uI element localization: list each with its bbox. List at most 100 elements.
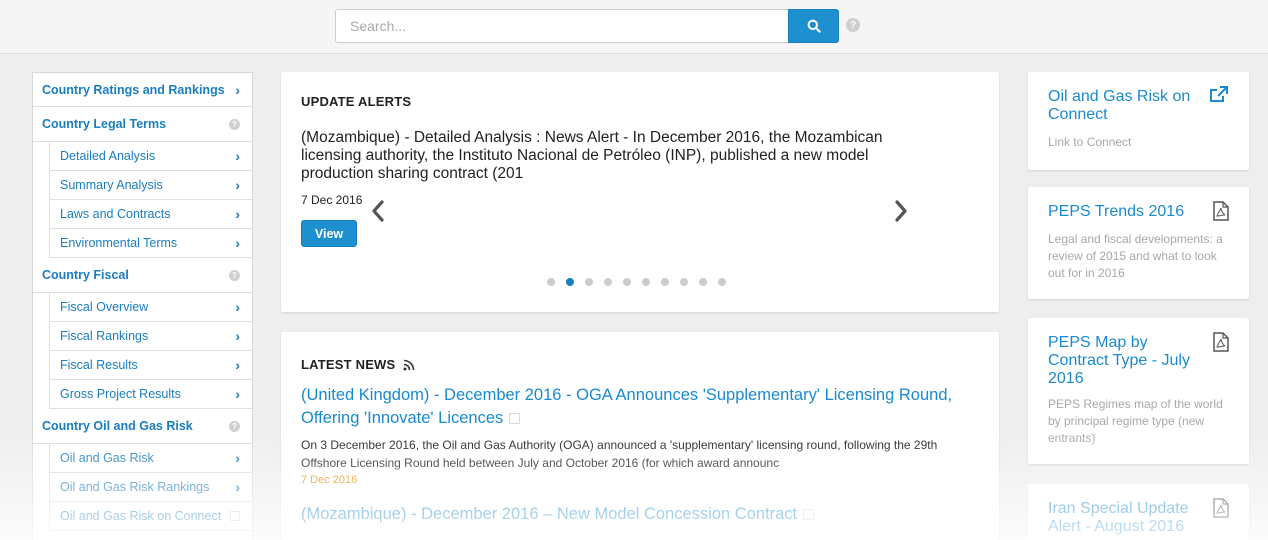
news-item: (Mozambique) - December 2016 – New Model…	[301, 503, 971, 526]
sidebar-item-label: Fiscal Results	[60, 358, 138, 372]
chevron-right-icon: ›	[235, 81, 240, 98]
view-button[interactable]: View	[301, 220, 357, 247]
resource-card-iran-update[interactable]: Iran Special Update Alert - August 2016	[1028, 484, 1249, 540]
help-icon[interactable]: ?	[229, 420, 240, 432]
sidebar-item-label: Oil and Gas Risk	[60, 451, 154, 465]
sidebar-item-laws-and-contracts[interactable]: Laws and Contracts ›	[49, 200, 252, 229]
resource-card-desc: PEPS Regimes map of the world by princip…	[1048, 397, 1223, 445]
pdf-icon[interactable]	[1213, 498, 1229, 518]
latest-news-card: LATEST NEWS (United Kingdom) - December …	[281, 332, 999, 540]
carousel-prev-button[interactable]	[371, 200, 385, 226]
sidebar-item-label: Gross Project Results	[60, 387, 181, 401]
update-alerts-title: UPDATE ALERTS	[301, 94, 412, 109]
sidebar-item-country-oil-and-gas-risk[interactable]: Country Oil and Gas Risk ?	[33, 409, 252, 444]
sidebar-item-label: Fiscal Rankings	[60, 329, 149, 343]
sidebar-item-summary-analysis[interactable]: Summary Analysis ›	[49, 171, 252, 200]
pdf-icon[interactable]	[1213, 332, 1229, 352]
sidebar-item-oil-and-gas-risk-on-connect[interactable]: Oil and Gas Risk on Connect	[49, 502, 252, 531]
rss-icon[interactable]	[403, 359, 415, 371]
sidebar-item-label: Oil and Gas Risk Rankings	[60, 480, 210, 494]
resource-card-title[interactable]: PEPS Map by Contract Type - July 2016	[1048, 334, 1208, 388]
sidebar-nav: Country Ratings and Rankings › Country L…	[32, 72, 253, 540]
top-bar: ?	[0, 0, 1268, 54]
carousel-next-button[interactable]	[894, 200, 908, 226]
sidebar-item-country-legal-terms[interactable]: Country Legal Terms ?	[33, 107, 252, 142]
resource-card-peps-trends[interactable]: PEPS Trends 2016 Legal and fiscal develo…	[1028, 187, 1249, 299]
help-icon[interactable]: ?	[229, 269, 240, 281]
news-headline-text: (Mozambique) - December 2016 – New Model…	[301, 505, 798, 523]
sidebar-item-country-ratings-and-rankings[interactable]: Country Ratings and Rankings ›	[33, 73, 252, 107]
alert-date: 7 Dec 2016	[301, 193, 363, 207]
sidebar-item-fiscal-rankings[interactable]: Fiscal Rankings ›	[49, 322, 252, 351]
chevron-right-icon: ›	[235, 328, 240, 344]
chevron-right-icon: ›	[235, 206, 240, 222]
sidebar-item-label: Oil and Gas Risk on Connect	[60, 509, 222, 523]
sidebar-item-country-fiscal[interactable]: Country Fiscal ?	[33, 258, 252, 293]
sidebar-item-detailed-analysis[interactable]: Detailed Analysis ›	[49, 142, 252, 171]
pdf-icon[interactable]	[1213, 201, 1229, 221]
help-icon[interactable]: ?	[229, 118, 240, 130]
chevron-right-icon	[895, 200, 907, 222]
news-headline-link[interactable]: (United Kingdom) - December 2016 - OGA A…	[301, 384, 971, 430]
resource-card-desc: Link to Connect	[1048, 135, 1132, 149]
resource-card-title[interactable]: Oil and Gas Risk on Connect	[1048, 88, 1208, 124]
resource-card-title[interactable]: Iran Special Update Alert - August 2016	[1048, 500, 1208, 536]
chevron-right-icon: ›	[235, 386, 240, 402]
sidebar-item-environmental-terms[interactable]: Environmental Terms ›	[49, 229, 252, 258]
sidebar-item-label: Country Oil and Gas Risk	[42, 419, 193, 433]
resource-card-desc: Legal and fiscal developments: a review …	[1048, 232, 1223, 280]
news-date: 7 Dec 2016	[301, 474, 358, 486]
alert-text: (Mozambique) - Detailed Analysis : News …	[301, 129, 883, 182]
sidebar-item-oil-and-gas-risk[interactable]: Oil and Gas Risk ›	[49, 444, 252, 473]
sidebar-item-fiscal-results[interactable]: Fiscal Results ›	[49, 351, 252, 380]
chevron-right-icon: ›	[235, 450, 240, 466]
carousel-dot[interactable]	[604, 278, 612, 286]
carousel-dots	[547, 278, 726, 286]
sidebar-item-label: Summary Analysis	[60, 178, 163, 192]
sidebar-item-label: Fiscal Overview	[60, 300, 149, 314]
news-headline-text: (United Kingdom) - December 2016 - OGA A…	[301, 386, 953, 427]
search-button[interactable]	[788, 9, 839, 43]
sidebar-item-label: Laws and Contracts	[60, 207, 171, 221]
chevron-right-icon: ›	[235, 357, 240, 373]
carousel-dot[interactable]	[566, 278, 574, 286]
chevron-right-icon: ›	[235, 479, 240, 495]
carousel-dot[interactable]	[547, 278, 555, 286]
chevron-right-icon: ›	[235, 299, 240, 315]
sidebar-item-label: Country Ratings and Rankings	[42, 82, 225, 97]
search-help-icon[interactable]: ?	[846, 18, 860, 32]
news-item: (United Kingdom) - December 2016 - OGA A…	[301, 384, 971, 486]
news-summary: On 3 December 2016, the Oil and Gas Auth…	[301, 438, 938, 470]
carousel-dot[interactable]	[642, 278, 650, 286]
carousel-dot[interactable]	[718, 278, 726, 286]
sidebar-item-label: Country Legal Terms	[42, 117, 167, 131]
external-link-icon	[803, 509, 815, 521]
sidebar-item-oil-and-gas-risk-rankings[interactable]: Oil and Gas Risk Rankings ›	[49, 473, 252, 502]
carousel-dot[interactable]	[585, 278, 593, 286]
sidebar-item-label: Country Fiscal	[42, 268, 129, 282]
external-link-icon	[509, 413, 521, 425]
search-icon	[807, 19, 821, 33]
carousel-dot[interactable]	[699, 278, 707, 286]
external-link-icon	[230, 511, 240, 521]
sidebar-item-fiscal-overview[interactable]: Fiscal Overview ›	[49, 293, 252, 322]
latest-news-header: LATEST NEWS	[301, 357, 415, 372]
resource-card-oil-gas-risk-connect[interactable]: Oil and Gas Risk on Connect Link to Conn…	[1028, 72, 1249, 170]
resource-card-title[interactable]: PEPS Trends 2016	[1048, 203, 1208, 221]
latest-news-title: LATEST NEWS	[301, 357, 396, 372]
news-headline-link[interactable]: (Mozambique) - December 2016 – New Model…	[301, 503, 971, 526]
resource-card-peps-map[interactable]: PEPS Map by Contract Type - July 2016 PE…	[1028, 318, 1249, 464]
sidebar-item-label: Environmental Terms	[60, 236, 178, 250]
update-alerts-card: UPDATE ALERTS (Mozambique) - Detailed An…	[281, 72, 999, 312]
carousel-dot[interactable]	[661, 278, 669, 286]
carousel-dot[interactable]	[623, 278, 631, 286]
chevron-left-icon	[372, 200, 384, 222]
carousel-dot[interactable]	[680, 278, 688, 286]
chevron-right-icon: ›	[235, 148, 240, 164]
chevron-right-icon: ›	[235, 177, 240, 193]
external-link-icon[interactable]	[1209, 86, 1229, 104]
chevron-right-icon: ›	[235, 235, 240, 251]
sidebar-item-gross-project-results[interactable]: Gross Project Results ›	[49, 380, 252, 409]
search-input[interactable]	[335, 9, 789, 43]
sidebar-item-label: Detailed Analysis	[60, 149, 156, 163]
